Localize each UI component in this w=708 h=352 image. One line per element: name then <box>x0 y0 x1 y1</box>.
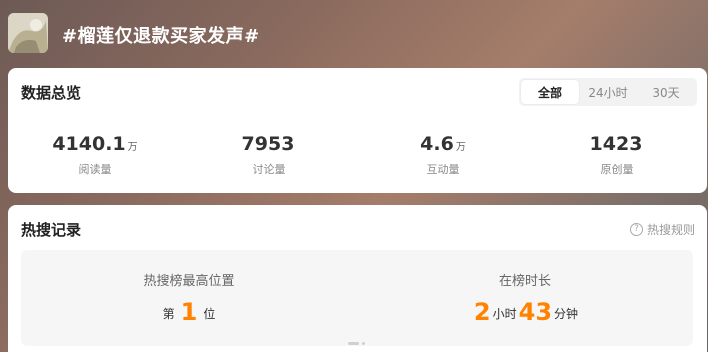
minutes-unit: 分钟 <box>554 307 579 321</box>
stat-reads: 4140.1 万 阅读量 <box>8 132 182 177</box>
tab-all[interactable]: 全部 <box>521 80 579 104</box>
stat-value: 1423 <box>589 133 643 155</box>
peak-heading: 热搜榜最高位置 <box>143 274 235 289</box>
question-circle-icon: ? <box>629 223 643 236</box>
stat-value: 4140.1 <box>52 133 126 155</box>
stat-label: 原创量 <box>600 163 634 176</box>
duration-minutes: 43 <box>518 298 553 326</box>
hot-search-title: 热搜记录 <box>21 221 82 239</box>
stat-discussions: 7953 讨论量 <box>182 132 356 177</box>
overview-card: 数据总览 全部 24小时 30天 4140.1 万 阅读量 7953 讨论量 4.… <box>8 68 707 193</box>
time-on-list: 在榜时长 2 小时43 分钟 <box>357 250 693 346</box>
peak-prefix: 第 <box>162 307 175 321</box>
stat-interactions: 4.6 万 互动量 <box>356 132 530 177</box>
stat-label: 阅读量 <box>78 163 112 176</box>
topic-thumbnail-image <box>8 13 48 53</box>
topic-title: #榴莲仅退款买家发声# <box>62 26 260 47</box>
peak-position: 热搜榜最高位置 第1位 <box>21 250 357 346</box>
peak-suffix: 位 <box>203 307 216 321</box>
tab-24h[interactable]: 24小时 <box>579 80 637 104</box>
stat-value: 4.6 <box>420 133 454 155</box>
stat-unit: 万 <box>455 142 466 153</box>
hot-search-card: 热搜记录 ? 热搜规则 热搜榜最高位置 第1位 在榜时长 2 小时43 分钟 <box>8 205 707 352</box>
hours-unit: 小时 <box>492 307 517 321</box>
hot-search-summary: 热搜榜最高位置 第1位 在榜时长 2 小时43 分钟 <box>21 250 693 346</box>
overview-title: 数据总览 <box>21 84 82 102</box>
stat-originals: 1423 原创量 <box>530 132 704 177</box>
tab-30d[interactable]: 30天 <box>637 80 695 104</box>
duration-hours: 2 <box>473 298 491 326</box>
stat-label: 讨论量 <box>252 163 286 176</box>
hot-search-rules-link[interactable]: ? 热搜规则 <box>629 221 695 238</box>
stat-value: 7953 <box>241 133 295 155</box>
topic-thumbnail <box>8 13 48 53</box>
topic-header: #榴莲仅退款买家发声# <box>0 0 708 66</box>
duration-heading: 在榜时长 <box>498 274 551 289</box>
stats-row: 4140.1 万 阅读量 7953 讨论量 4.6 万 互动量 1423 原创量 <box>8 132 707 177</box>
stat-unit: 万 <box>127 142 138 153</box>
rules-label: 热搜规则 <box>646 223 695 237</box>
page-indicator <box>348 342 365 345</box>
page-dot-active <box>348 342 359 345</box>
stat-label: 互动量 <box>426 163 460 176</box>
time-range-tabs: 全部 24小时 30天 <box>519 78 697 106</box>
page-dot <box>362 342 365 345</box>
peak-value: 1 <box>180 298 198 326</box>
